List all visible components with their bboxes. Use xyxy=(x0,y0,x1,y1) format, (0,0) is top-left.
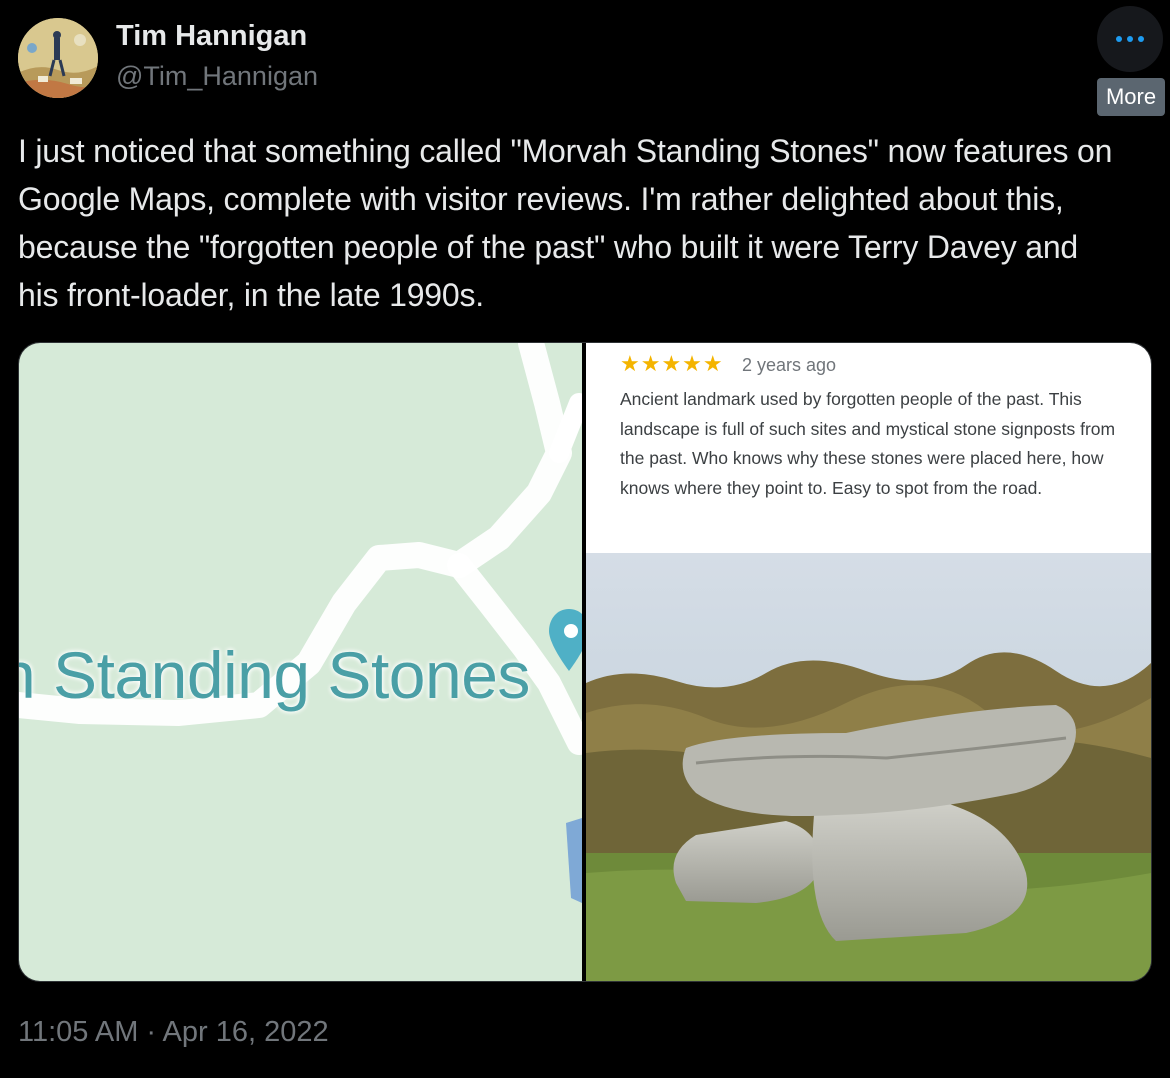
review-panel[interactable]: ★★★★★ 2 years ago Ancient landmark used … xyxy=(586,343,1151,981)
more-dots-icon xyxy=(1116,36,1144,42)
tweet-timestamp[interactable]: 11:05 AM · Apr 16, 2022 xyxy=(18,1016,329,1049)
map-screenshot[interactable]: h Standing Stones xyxy=(19,343,582,981)
map-place-label: h Standing Stones xyxy=(19,638,530,712)
review-text: Ancient landmark used by forgotten peopl… xyxy=(620,389,1116,498)
avatar-image xyxy=(18,18,98,98)
avatar[interactable] xyxy=(18,18,98,98)
map-pin-icon[interactable] xyxy=(549,605,582,685)
more-button[interactable] xyxy=(1097,6,1163,72)
more-tooltip: More xyxy=(1097,78,1165,116)
author-display-name[interactable]: Tim Hannigan xyxy=(116,20,307,53)
review-age: 2 years ago xyxy=(742,355,837,375)
tweet-media[interactable]: h Standing Stones ★★★★★ 2 years ago Anci… xyxy=(18,342,1152,982)
rating-stars: ★★★★★ xyxy=(620,351,724,376)
author-handle[interactable]: @Tim_Hannigan xyxy=(116,61,318,92)
review-card: ★★★★★ 2 years ago Ancient landmark used … xyxy=(586,343,1151,553)
standing-stones-photo xyxy=(586,553,1151,981)
tweet-text: I just noticed that something called "Mo… xyxy=(18,133,1113,313)
